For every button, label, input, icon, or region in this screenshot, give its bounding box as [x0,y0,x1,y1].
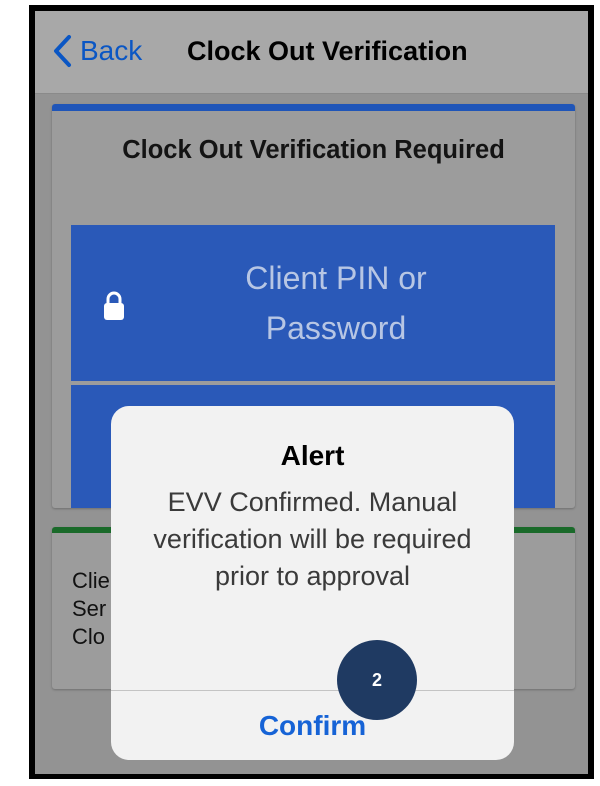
back-button[interactable]: Back [52,29,142,73]
alert-message: EVV Confirmed. Manual verification will … [153,487,472,591]
step-badge: 2 [337,640,417,720]
navigation-bar: Back Clock Out Verification [35,11,588,94]
alert-dialog: Alert EVV Confirmed. Manual verification… [111,406,514,760]
details-lines: Clie Ser Clo [72,567,110,651]
lock-icon [104,291,124,320]
back-label: Back [80,35,143,66]
client-pin-placeholder: Client PIN or Password [245,260,427,346]
alert-title: Alert [280,440,345,471]
page-title: Clock Out Verification [187,36,468,66]
verification-card-title: Clock Out Verification Required [122,136,505,164]
details-line-client: Clie [72,568,110,593]
details-line-clock: Clo [72,624,106,649]
details-line-service: Ser [72,596,107,621]
client-pin-field[interactable]: Client PIN or Password [71,225,555,381]
confirm-button[interactable]: Confirm [111,691,514,760]
chevron-left-icon [54,35,71,67]
app-screen: Back Clock Out Verification Clock Out Ve… [35,11,588,774]
card-accent-bar [52,104,575,111]
